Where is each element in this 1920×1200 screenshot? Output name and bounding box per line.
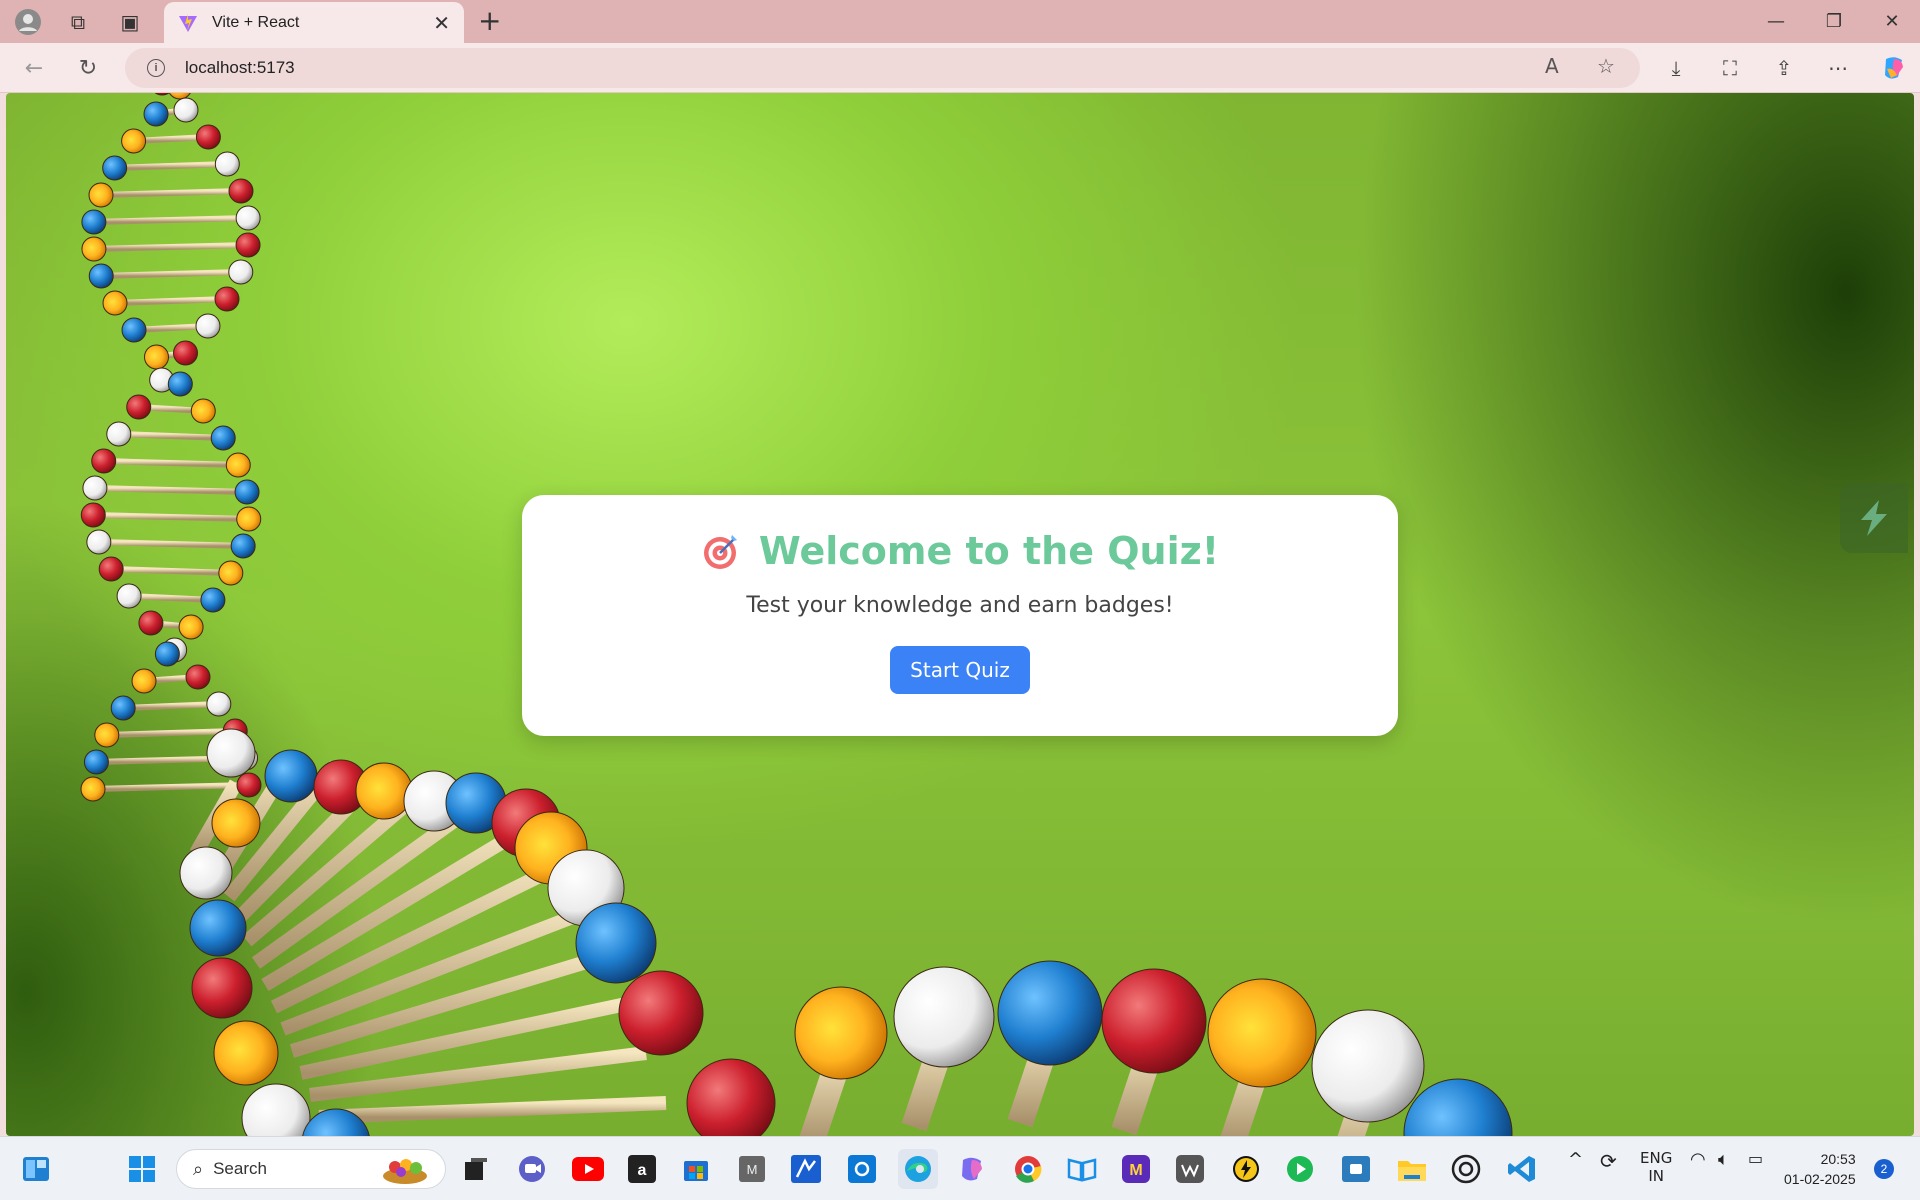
address-toolbar: ← ↻ i localhost:5173 A ☆ ⤓ ⛶ ⇪ ⋯: [0, 43, 1920, 93]
vscode-icon[interactable]: [1502, 1149, 1542, 1189]
wsl-app-icon[interactable]: [1170, 1149, 1210, 1189]
close-tab-icon[interactable]: ✕: [433, 11, 450, 35]
taskbar-search[interactable]: ⌕ Search: [176, 1149, 446, 1189]
share-icon[interactable]: ⇪: [1764, 51, 1804, 85]
favorite-star-icon[interactable]: ☆: [1597, 54, 1615, 78]
tab-strip: ⧉ ▣ Vite + React ✕ + — ❐ ✕: [0, 0, 1920, 43]
microsoft-store-icon[interactable]: [676, 1149, 716, 1189]
task-view-icon[interactable]: [456, 1149, 496, 1189]
card-subtitle: Test your knowledge and earn badges!: [746, 593, 1174, 618]
amazon-icon[interactable]: a: [622, 1149, 662, 1189]
back-button[interactable]: ←: [16, 51, 52, 85]
url-text: localhost:5173: [185, 58, 295, 77]
windows-taskbar: ⌕ Search a M M ^ ⟳ ENG IN ◠ 🔈︎ ▭ 20:53 0…: [0, 1136, 1920, 1200]
fruit-basket-icon: [383, 1159, 427, 1184]
language-line2: IN: [1648, 1167, 1664, 1185]
read-aloud-icon[interactable]: A: [1545, 54, 1559, 78]
vertical-tabs-icon[interactable]: ▣: [102, 0, 158, 43]
profile-icon[interactable]: [0, 0, 56, 43]
notification-badge[interactable]: 2: [1874, 1159, 1894, 1179]
vite-logo-icon: [179, 13, 197, 32]
search-icon: ⌕: [193, 1158, 204, 1180]
card-title-text: Welcome to the Quiz!: [758, 529, 1220, 573]
close-window-button[interactable]: ✕: [1864, 0, 1920, 43]
editor-app-icon[interactable]: [786, 1149, 826, 1189]
language-line1: ENG: [1640, 1149, 1673, 1167]
workspaces-icon[interactable]: ⧉: [50, 0, 106, 43]
battery-icon[interactable]: ▭: [1748, 1149, 1763, 1168]
chrome-icon[interactable]: [1008, 1149, 1048, 1189]
file-explorer-icon[interactable]: [1392, 1149, 1432, 1189]
more-options-icon[interactable]: ⋯: [1818, 51, 1858, 85]
youtube-icon[interactable]: [568, 1149, 608, 1189]
refresh-button[interactable]: ↻: [70, 51, 106, 85]
chatgpt-icon[interactable]: [1446, 1149, 1486, 1189]
tab-title: Vite + React: [212, 13, 300, 31]
address-bar[interactable]: i localhost:5173 A ☆: [125, 48, 1640, 88]
wifi-icon[interactable]: ◠: [1690, 1149, 1706, 1170]
start-menu-icon[interactable]: [122, 1149, 162, 1189]
new-tab-button[interactable]: +: [478, 4, 501, 37]
minimize-button[interactable]: —: [1748, 0, 1804, 43]
svg-text:a: a: [638, 1162, 647, 1179]
media-player-icon[interactable]: [1280, 1149, 1320, 1189]
tab-vite-react[interactable]: Vite + React ✕: [164, 2, 464, 43]
search-label: Search: [213, 1159, 267, 1178]
restore-button[interactable]: ❐: [1806, 0, 1862, 43]
remote-app-icon[interactable]: [1336, 1149, 1376, 1189]
svg-text:M: M: [747, 1162, 758, 1177]
widgets-icon[interactable]: [16, 1149, 56, 1189]
welcome-card: Welcome to the Quiz! Test your knowledge…: [522, 495, 1398, 736]
screenshot-icon[interactable]: ⛶: [1710, 51, 1750, 85]
mail-app-icon[interactable]: M: [732, 1149, 772, 1189]
volume-icon[interactable]: 🔈︎: [1718, 1149, 1729, 1170]
page-viewport: Welcome to the Quiz! Test your knowledge…: [6, 93, 1914, 1136]
card-heading: Welcome to the Quiz!: [522, 529, 1398, 573]
sidebar-extension-widget[interactable]: [1840, 483, 1908, 553]
show-hidden-icons-chevron[interactable]: ^: [1568, 1149, 1583, 1170]
edge-browser-icon[interactable]: [898, 1149, 938, 1189]
target-icon: [703, 535, 737, 569]
language-indicator[interactable]: ENG IN: [1640, 1149, 1672, 1185]
downloads-icon[interactable]: ⤓: [1656, 51, 1696, 85]
site-info-icon[interactable]: i: [147, 59, 165, 77]
clock-time: 20:53: [1820, 1151, 1856, 1167]
copilot-app-icon[interactable]: [952, 1149, 992, 1189]
copilot-icon[interactable]: [1874, 51, 1914, 85]
sync-status-icon[interactable]: ⟳: [1600, 1149, 1617, 1173]
svg-text:M: M: [1129, 1162, 1142, 1179]
lightning-app-icon[interactable]: [1226, 1149, 1266, 1189]
teams-meet-icon[interactable]: [512, 1149, 552, 1189]
clock-date: 01-02-2025: [1784, 1171, 1856, 1187]
start-quiz-button[interactable]: Start Quiz: [890, 646, 1030, 694]
meta-m-icon[interactable]: M: [1116, 1149, 1156, 1189]
taskbar-clock[interactable]: 20:53 01-02-2025: [1784, 1149, 1856, 1189]
outlook-icon[interactable]: [842, 1149, 882, 1189]
lightning-logo-icon: [1861, 500, 1887, 536]
reader-book-icon[interactable]: [1062, 1149, 1102, 1189]
